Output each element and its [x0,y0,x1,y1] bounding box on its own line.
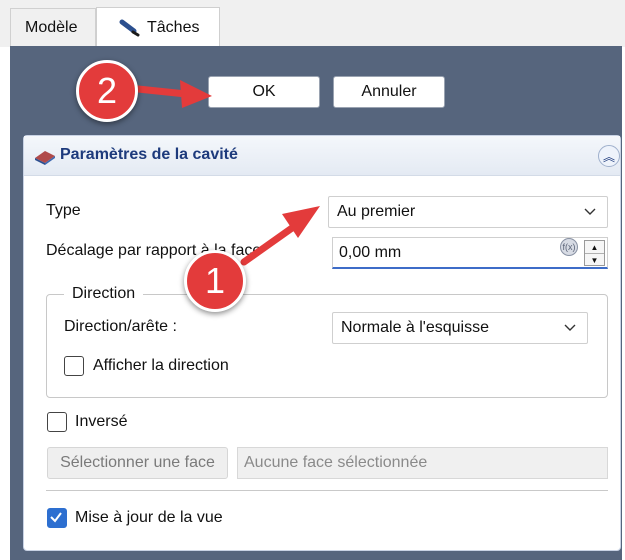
face-field: Aucune face sélectionnée [237,447,608,479]
cavity-icon [35,151,55,165]
stepper-up-icon[interactable]: ▲ [585,241,604,253]
offset-value: 0,00 mm [339,243,402,261]
show-direction-checkbox[interactable] [64,356,84,376]
collapse-chevrons-icon[interactable]: ︽ [598,145,620,167]
update-view-option[interactable]: Mise à jour de la vue [47,508,223,528]
reversed-label: Inversé [75,413,128,430]
tab-taches[interactable]: Tâches [96,7,220,47]
type-select-value: Au premier [337,203,416,220]
direction-edge-select[interactable]: Normale à l'esquisse [332,312,588,344]
pencil-ruler-icon [119,19,140,36]
direction-edge-value: Normale à l'esquisse [341,319,490,336]
chevron-down-icon [564,324,576,331]
stepper-down-icon[interactable]: ▼ [585,253,604,266]
ok-button[interactable]: OK [208,76,320,108]
cancel-button[interactable]: Annuler [333,76,445,108]
direction-edge-label: Direction/arête : [64,318,177,335]
callout-2-badge: 2 [76,60,138,122]
group-title: Paramètres de la cavité [60,146,238,163]
update-view-label: Mise à jour de la vue [75,509,223,526]
offset-stepper[interactable]: ▲ ▼ [584,240,605,266]
callout-1-badge: 1 [184,250,246,312]
reversed-checkbox[interactable] [47,412,67,432]
type-label: Type [46,202,81,219]
checkmark-icon [50,512,62,523]
show-direction-option[interactable]: Afficher la direction [64,356,229,376]
update-view-checkbox[interactable] [47,508,67,528]
chevron-down-icon [584,208,596,215]
direction-legend: Direction [64,285,144,303]
divider [46,490,608,491]
reversed-option[interactable]: Inversé [47,412,127,432]
expression-icon[interactable]: f(x) [560,238,578,256]
tab-modele[interactable]: Modèle [10,8,96,46]
select-face-button[interactable]: Sélectionner une face [47,447,228,479]
offset-label: Décalage par rapport à la face [46,242,262,259]
show-direction-label: Afficher la direction [93,357,229,374]
tab-taches-label: Tâches [147,18,200,36]
type-select[interactable]: Au premier [328,196,608,228]
direction-groupbox [46,294,608,398]
tab-modele-label: Modèle [25,18,78,36]
